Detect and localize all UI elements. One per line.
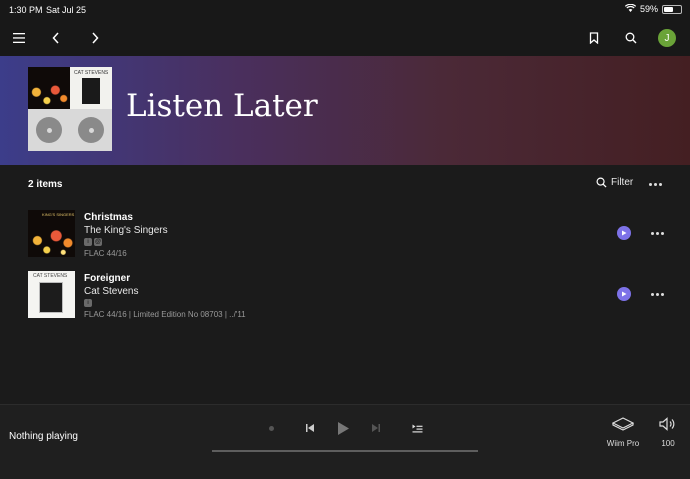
user-avatar[interactable]: J <box>658 29 676 47</box>
play-button[interactable] <box>617 287 631 301</box>
forward-icon[interactable] <box>83 26 107 50</box>
battery-icon <box>662 4 682 14</box>
more-options-icon[interactable] <box>651 293 664 296</box>
album-badges: i <box>84 299 92 307</box>
queue-icon[interactable] <box>410 420 424 436</box>
info-badge: i <box>84 238 92 246</box>
zone-name: Wiim Pro <box>606 439 640 448</box>
list-item[interactable]: KING'S SINGERS Christmas The King's Sing… <box>0 210 690 262</box>
previous-track-icon[interactable] <box>303 420 317 436</box>
status-time: 1:30 PM <box>9 5 43 15</box>
playlist-artwork: CAT STEVENS <box>28 67 112 151</box>
now-playing-text: Nothing playing <box>9 431 78 442</box>
hero-art-disc-2 <box>70 109 112 151</box>
next-track-icon[interactable] <box>369 420 383 436</box>
hero-art-foreigner: CAT STEVENS <box>70 67 112 109</box>
back-icon[interactable] <box>44 26 68 50</box>
speaker-zone-icon <box>611 417 635 431</box>
album-art-text: KING'S SINGERS <box>42 212 75 217</box>
wifi-icon <box>624 3 637 14</box>
disc-icon <box>36 117 62 143</box>
album-title[interactable]: Foreigner <box>84 273 130 284</box>
list-toolbar: 2 items Filter <box>0 170 690 198</box>
playback-progress-bar[interactable] <box>212 450 478 452</box>
play-pause-button[interactable] <box>334 420 352 436</box>
album-artist[interactable]: The King's Singers <box>84 225 168 236</box>
album-format: FLAC 44/16 | Limited Edition No 08703 | … <box>84 310 246 319</box>
item-count: 2 items <box>28 179 63 190</box>
search-icon <box>596 177 607 188</box>
playlist-header: CAT STEVENS Listen Later <box>0 56 690 165</box>
album-art-portrait <box>39 282 63 313</box>
filter-button[interactable]: Filter <box>596 177 633 188</box>
info-badge: i <box>84 299 92 307</box>
hero-art-disc-1 <box>28 109 70 151</box>
search-icon[interactable] <box>619 26 643 50</box>
status-bar: 1:30 PM Sat Jul 25 59% <box>0 0 690 20</box>
album-title[interactable]: Christmas <box>84 212 133 223</box>
disc-icon <box>78 117 104 143</box>
status-right: 59% <box>624 3 682 14</box>
album-art-foreigner: CAT STEVENS <box>28 271 75 318</box>
volume-icon <box>659 417 675 431</box>
album-art-christmas: KING'S SINGERS <box>28 210 75 257</box>
hero-art-portrait <box>82 78 100 104</box>
battery-fill <box>664 6 674 12</box>
more-options-icon[interactable] <box>651 232 664 235</box>
top-nav-bar: J <box>0 20 690 56</box>
page-title: Listen Later <box>126 88 318 124</box>
hero-art-foreigner-text: CAT STEVENS <box>74 70 109 76</box>
album-art-text: CAT STEVENS <box>33 273 68 279</box>
volume-level: 100 <box>661 439 675 448</box>
hero-art-christmas <box>28 67 70 109</box>
player-bar: Nothing playing Wiim Pro 100 <box>0 404 690 479</box>
play-icon <box>622 230 627 236</box>
play-icon <box>622 291 627 297</box>
bookmark-icon[interactable] <box>582 26 606 50</box>
volume-control[interactable]: 100 <box>656 417 680 448</box>
tag-badge: @ <box>94 238 102 246</box>
list-item[interactable]: CAT STEVENS Foreigner Cat Stevens i FLAC… <box>0 271 690 323</box>
play-button[interactable] <box>617 226 631 240</box>
album-format: FLAC 44/16 <box>84 249 127 258</box>
status-date: Sat Jul 25 <box>46 5 87 15</box>
more-options-icon[interactable] <box>649 183 662 186</box>
radio-icon[interactable] <box>266 420 276 436</box>
menu-icon[interactable] <box>7 26 31 50</box>
album-artist[interactable]: Cat Stevens <box>84 286 138 297</box>
filter-label: Filter <box>611 177 634 188</box>
zone-selector[interactable]: Wiim Pro <box>605 417 641 448</box>
album-badges: i @ <box>84 238 102 246</box>
battery-percent: 59% <box>639 4 658 14</box>
